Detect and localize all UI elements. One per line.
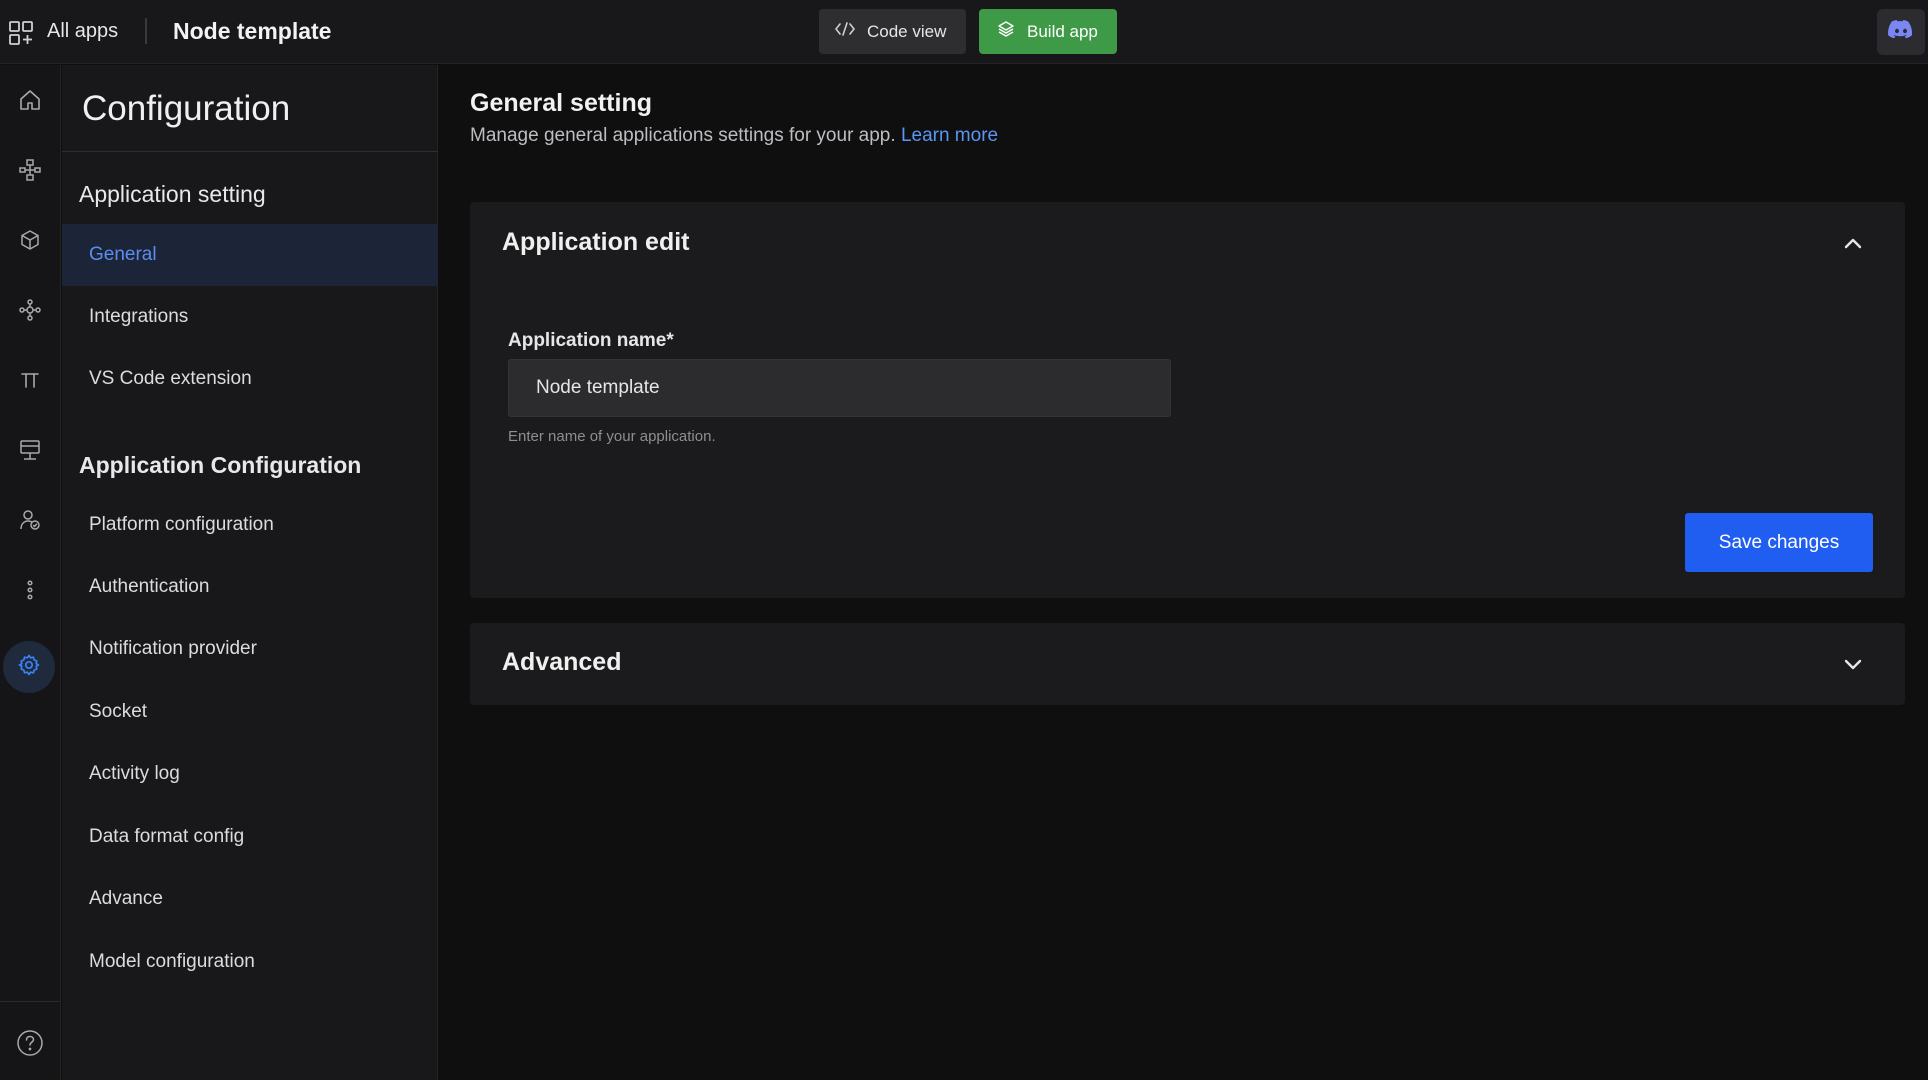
application-edit-card: Application edit Application name* Enter… <box>470 202 1905 598</box>
nav-item-socket[interactable]: Socket <box>62 681 438 743</box>
nav-item-notification-provider[interactable]: Notification provider <box>62 618 438 680</box>
nav-item-platform-configuration[interactable]: Platform configuration <box>62 494 438 556</box>
pi-icon <box>18 368 42 397</box>
rail-deploy[interactable] <box>8 430 52 474</box>
discord-icon <box>1888 19 1914 45</box>
apps-grid-icon[interactable] <box>8 20 34 46</box>
nav-item-authentication[interactable]: Authentication <box>62 556 438 618</box>
advanced-card[interactable]: Advanced <box>470 623 1905 705</box>
application-setting-heading: Application setting <box>79 181 266 207</box>
workflow-icon <box>18 158 42 187</box>
rail-more[interactable] <box>8 570 52 614</box>
application-configuration-heading: Application Configuration <box>79 452 362 478</box>
rail-users[interactable] <box>8 500 52 544</box>
advanced-title: Advanced <box>502 648 622 676</box>
rail-models[interactable] <box>8 220 52 264</box>
all-apps-link[interactable]: All apps <box>47 20 118 43</box>
page-subtitle: Manage general applications settings for… <box>470 125 998 147</box>
application-name-label: Application name* <box>508 330 674 351</box>
page-subtitle-text: Manage general applications settings for… <box>470 125 896 146</box>
configuration-title: Configuration <box>82 89 291 128</box>
application-edit-title: Application edit <box>502 228 690 256</box>
rail-divider <box>0 1001 61 1002</box>
chevron-down-icon[interactable] <box>1841 652 1865 676</box>
layers-icon <box>997 20 1015 43</box>
nav-item-integrations[interactable]: Integrations <box>62 286 438 348</box>
rail-home[interactable] <box>8 80 52 124</box>
nav-item-data-format-config[interactable]: Data format config <box>62 806 438 868</box>
build-app-button[interactable]: Build app <box>979 9 1117 54</box>
learn-more-link[interactable]: Learn more <box>901 125 998 146</box>
configuration-sidebar: Configuration Application setting Genera… <box>62 65 438 1080</box>
graph-icon <box>18 298 42 327</box>
code-view-button[interactable]: Code view <box>819 9 966 54</box>
rail-graph[interactable] <box>8 290 52 334</box>
chevron-up-icon[interactable] <box>1841 232 1865 256</box>
settings-icon <box>17 653 41 682</box>
icon-rail <box>0 65 61 1080</box>
save-changes-button[interactable]: Save changes <box>1685 513 1873 572</box>
application-name-input[interactable] <box>508 359 1171 417</box>
rail-pi[interactable] <box>8 360 52 404</box>
nav-item-activity-log[interactable]: Activity log <box>62 743 438 805</box>
help-icon <box>16 1029 44 1062</box>
configuration-divider <box>62 151 438 152</box>
models-icon <box>18 228 42 257</box>
rail-settings[interactable] <box>3 641 55 693</box>
topbar-divider <box>145 18 147 44</box>
rail-workflow[interactable] <box>8 150 52 194</box>
nav-item-vs-code-extension[interactable]: VS Code extension <box>62 348 438 410</box>
page-title: General setting <box>470 89 652 117</box>
build-app-label: Build app <box>1027 21 1098 41</box>
rail-help[interactable] <box>8 1023 52 1067</box>
application-name-help: Enter name of your application. <box>508 428 716 445</box>
users-icon <box>18 508 42 537</box>
code-view-label: Code view <box>867 21 947 41</box>
nav-item-general[interactable]: General <box>62 224 438 286</box>
nav-item-model-configuration[interactable]: Model configuration <box>62 931 438 993</box>
app-title: Node template <box>173 18 332 44</box>
discord-button[interactable] <box>1877 9 1925 55</box>
home-icon <box>18 88 42 117</box>
nav-item-advance[interactable]: Advance <box>62 868 438 930</box>
more-vertical-icon <box>18 578 42 607</box>
code-icon <box>834 21 856 42</box>
deploy-icon <box>18 438 42 467</box>
top-bar: All apps Node template Code view Build a… <box>0 0 1928 64</box>
